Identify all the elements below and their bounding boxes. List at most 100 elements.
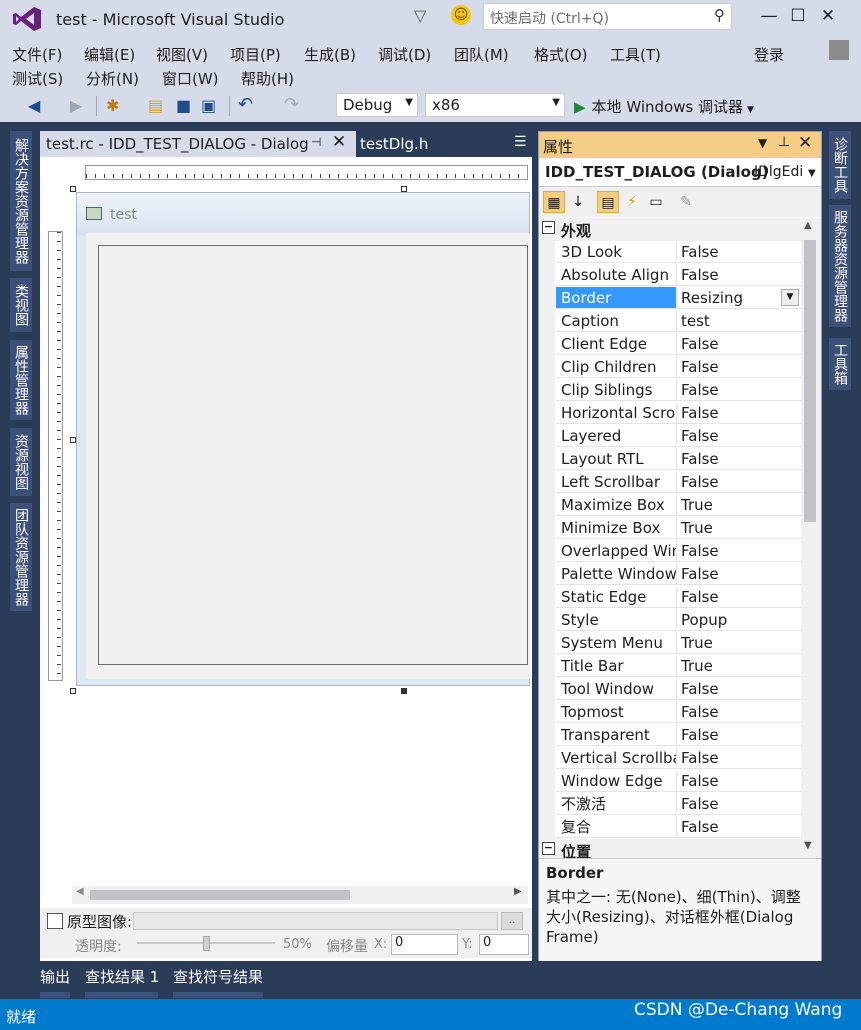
maximize-button[interactable]: ☐ [783, 6, 813, 28]
property-row[interactable]: Overlapped WindowFalse [539, 540, 801, 563]
property-row[interactable]: 3D Look False [539, 241, 801, 264]
property-value[interactable]: False [677, 356, 801, 378]
bottom-tab-find-results[interactable]: 查找结果 1 [85, 966, 159, 987]
side-tab-diagnostic-tools[interactable]: 诊断工具 [829, 131, 851, 199]
property-row[interactable]: Layered False [539, 425, 801, 448]
scroll-up-icon[interactable]: ▲ [804, 220, 812, 231]
browse-button[interactable]: .. [501, 912, 523, 930]
menu-team[interactable]: 团队(M) [454, 44, 509, 65]
menu-test[interactable]: 测试(S) [12, 68, 63, 89]
pin-icon[interactable]: ⊣ [311, 135, 321, 149]
alphabetical-icon[interactable]: ↓ [567, 191, 589, 213]
property-row[interactable]: Border Resizing ▼ [539, 287, 801, 310]
property-value[interactable]: False [677, 701, 801, 723]
property-value[interactable]: False [677, 448, 801, 470]
property-row[interactable]: 复合 False [539, 816, 801, 839]
property-value[interactable]: False [677, 747, 801, 769]
property-row[interactable]: Window Edge False [539, 770, 801, 793]
property-value[interactable]: False [677, 678, 801, 700]
platform-dropdown[interactable]: x86 ▼ [425, 93, 565, 117]
property-value[interactable]: False [677, 379, 801, 401]
property-value[interactable]: False [677, 402, 801, 424]
side-tab-toolbox[interactable]: 工具箱 [829, 338, 851, 390]
prototype-image-checkbox[interactable] [47, 913, 63, 929]
property-row[interactable]: Absolute Align False [539, 264, 801, 287]
feedback-smiley-icon[interactable]: ☺ [451, 5, 471, 25]
property-row[interactable]: Maximize Box True [539, 494, 801, 517]
property-value[interactable]: False [677, 264, 801, 286]
bottom-tab-find-symbol-results[interactable]: 查找符号结果 [173, 966, 263, 987]
property-row[interactable]: Style Popup [539, 609, 801, 632]
offset-x-input[interactable]: 0 [391, 934, 458, 955]
property-value[interactable]: Popup [677, 609, 801, 631]
save-icon[interactable]: ■ [176, 96, 191, 115]
property-row[interactable]: 不激活 False [539, 793, 801, 816]
pin-icon[interactable]: ⊥ [778, 134, 790, 150]
close-icon[interactable]: ✕ [798, 133, 812, 153]
collapse-icon[interactable]: − [542, 842, 555, 855]
start-debugging-button[interactable]: ▶ 本地 Windows 调试器 ▼ [574, 96, 754, 117]
menu-debug[interactable]: 调试(D) [378, 44, 431, 65]
save-all-icon[interactable]: ▣ [201, 96, 216, 115]
scroll-right-icon[interactable]: ▶ [514, 886, 522, 897]
menu-tools[interactable]: 工具(T) [610, 44, 661, 65]
menu-help[interactable]: 帮助(H) [241, 68, 294, 89]
side-tab-team-explorer[interactable]: 团队资源管理器 [10, 503, 32, 611]
property-row[interactable]: Layout RTL False [539, 448, 801, 471]
property-value[interactable]: True [677, 517, 801, 539]
property-value[interactable]: True [677, 632, 801, 654]
forward-icon[interactable]: ▶ [70, 96, 82, 115]
property-row[interactable]: Clip Children False [539, 356, 801, 379]
property-value[interactable]: False [677, 816, 801, 838]
side-tab-solution-explorer[interactable]: 解决方案资源管理器 [10, 131, 32, 271]
offset-y-input[interactable]: 0 [479, 934, 529, 955]
property-row[interactable]: Caption test [539, 310, 801, 333]
property-row[interactable]: Client Edge False [539, 333, 801, 356]
property-value[interactable]: False [677, 540, 801, 562]
property-value[interactable]: False [677, 425, 801, 447]
events-icon[interactable]: ⚡ [621, 191, 643, 213]
quick-launch-input[interactable]: 快速启动 (Ctrl+Q) ⚲ [483, 3, 732, 30]
menu-view[interactable]: 视图(V) [156, 44, 208, 65]
category-position[interactable]: − 位置 [539, 839, 801, 858]
side-tab-resource-view[interactable]: 资源视图 [10, 428, 32, 496]
resize-handle[interactable] [401, 186, 407, 192]
scrollbar-thumb[interactable] [90, 890, 350, 900]
bottom-tab-output[interactable]: 输出 [40, 966, 70, 987]
property-value[interactable]: True [677, 494, 801, 516]
collapse-icon[interactable]: − [542, 221, 555, 234]
resize-handle[interactable] [70, 688, 76, 694]
property-value[interactable]: False [677, 770, 801, 792]
value-dropdown-button[interactable]: ▼ [781, 289, 799, 306]
scroll-down-icon[interactable]: ▼ [804, 840, 812, 851]
new-project-icon[interactable]: ✱ [106, 96, 119, 115]
menu-format[interactable]: 格式(O) [534, 44, 588, 65]
panel-menu-icon[interactable]: ▼ [758, 136, 767, 150]
tab-list-dropdown-icon[interactable]: ☰ [514, 134, 527, 150]
search-icon[interactable]: ⚲ [714, 6, 725, 24]
property-row[interactable]: System Menu True [539, 632, 801, 655]
menu-file[interactable]: 文件(F) [12, 44, 62, 65]
property-value[interactable]: True [677, 655, 801, 677]
property-row[interactable]: Horizontal Scroll False [539, 402, 801, 425]
side-tab-class-view[interactable]: 类视图 [10, 278, 32, 332]
property-row[interactable]: Clip Siblings False [539, 379, 801, 402]
menu-analyze[interactable]: 分析(N) [86, 68, 139, 89]
back-icon[interactable]: ◀ [28, 96, 40, 115]
login-link[interactable]: 登录 [754, 44, 784, 65]
messages-icon[interactable]: ▭ [645, 191, 667, 213]
redo-icon[interactable]: ↷ [284, 94, 299, 115]
categorized-icon[interactable]: ▦ [543, 191, 565, 213]
properties-icon[interactable]: ▤ [597, 191, 619, 213]
close-icon[interactable]: ✕ [332, 132, 346, 152]
opacity-slider-thumb[interactable] [203, 936, 210, 951]
property-row[interactable]: Minimize Box True [539, 517, 801, 540]
menu-build[interactable]: 生成(B) [304, 44, 356, 65]
property-value[interactable]: False [677, 471, 801, 493]
property-value[interactable]: False [677, 586, 801, 608]
property-row[interactable]: Transparent False [539, 724, 801, 747]
scroll-left-icon[interactable]: ◀ [76, 886, 84, 897]
config-dropdown[interactable]: Debug ▼ [336, 93, 418, 117]
property-row[interactable]: Vertical Scrollbar False [539, 747, 801, 770]
side-tab-server-explorer[interactable]: 服务器资源管理器 [829, 205, 851, 327]
